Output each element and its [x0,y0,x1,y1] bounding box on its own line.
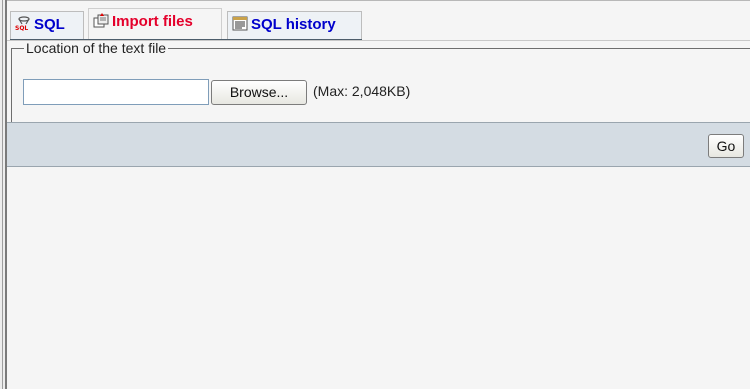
tab-sql-history[interactable]: SQL history [227,11,362,39]
max-size-label: (Max: 2,048KB) [313,83,411,99]
action-bar: Go [7,122,750,167]
sql-icon: SQL [15,14,32,32]
tab-import-files-label: Import files [112,13,193,30]
import-files-icon [93,11,110,28]
tab-import-files[interactable]: Import files [88,8,222,39]
tab-sql-label: SQL [34,16,65,33]
results-area [9,167,750,389]
query-window: SQL SQL Import files SQL history Locatio… [0,0,750,389]
location-legend: Location of the text file [26,40,167,56]
go-button[interactable]: Go [708,134,744,158]
left-frame-border [0,0,7,389]
top-border [0,0,750,1]
tab-sql-history-label: SQL history [251,16,336,33]
sql-history-icon [232,14,249,31]
svg-text:SQL: SQL [15,25,28,31]
file-path-input[interactable] [23,79,209,105]
tab-sql[interactable]: SQL SQL [10,11,84,39]
browse-button[interactable]: Browse... [211,80,307,105]
